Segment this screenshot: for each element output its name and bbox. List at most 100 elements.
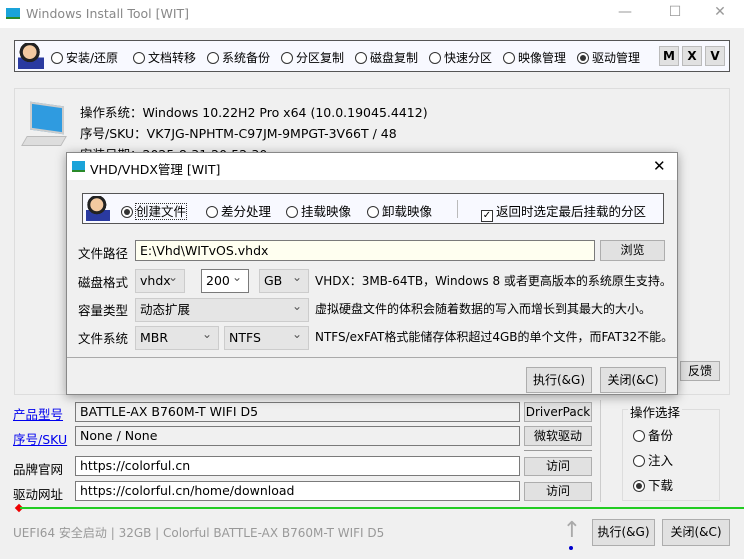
radio-icon [367, 206, 379, 218]
radio-icon [207, 52, 219, 64]
operation-group-label: 操作选择 [628, 402, 683, 421]
unit-select[interactable]: GB [259, 266, 309, 293]
radio-icon [355, 52, 367, 64]
mode-doc-transfer[interactable]: 文档转移 [133, 49, 196, 66]
download-label: 驱动网址 [13, 487, 64, 502]
dialog-mode-create[interactable]: 创建文件 [121, 201, 188, 220]
select-last-partition-checkbox[interactable]: ✓ 返回时选定最后挂载的分区 [481, 201, 646, 222]
model-field[interactable]: BATTLE-AX B760M-T WIFI D5 [75, 402, 520, 422]
dialog-mode-diff[interactable]: 差分处理 [206, 201, 271, 220]
radio-icon [633, 430, 645, 442]
close-button[interactable]: ✕ [705, 4, 735, 24]
mode-disk-copy[interactable]: 磁盘复制 [355, 49, 418, 66]
maximize-button[interactable]: ☐ [660, 4, 690, 24]
sku-info: 序号/SKU：VK7JG-NPHTM-C97JM-9MPGT-3V66T / 4… [80, 126, 397, 141]
divider [457, 200, 458, 218]
radio-icon [51, 52, 63, 64]
mode-image[interactable]: 映像管理 [503, 49, 566, 66]
m-button[interactable]: M [659, 46, 679, 66]
capacity-label: 容量类型 [78, 303, 129, 318]
radio-icon [133, 52, 145, 64]
radio-icon [206, 206, 218, 218]
filesystem-note: NTFS/exFAT格式能储存体积超过4GB的单个文件，而FAT32不能。 [315, 330, 674, 344]
dialog-close-button[interactable]: ✕ [653, 157, 666, 175]
mode-label: 安装/还原 [66, 51, 119, 65]
mode-label: 挂载映像 [301, 204, 352, 219]
op-label: 下载 [648, 478, 674, 493]
execute-button[interactable]: 执行(&G) [592, 519, 655, 546]
radio-icon [633, 455, 645, 467]
mascot-icon [86, 196, 110, 221]
radio-icon [429, 52, 441, 64]
visit-brand-button[interactable]: 访问 [524, 457, 592, 476]
divider [67, 357, 677, 358]
dialog-app-icon [72, 161, 85, 172]
mode-label: 驱动管理 [592, 51, 641, 65]
mode-quick-partition[interactable]: 快速分区 [429, 49, 492, 66]
divider [524, 450, 592, 451]
minimize-button[interactable]: — [610, 4, 640, 24]
vhd-dialog: VHD/VHDX管理 [WIT] ✕ 创建文件 差分处理 挂载映像 卸载映像 ✓… [66, 152, 678, 395]
feedback-button[interactable]: 反馈 [680, 361, 720, 381]
op-label: 注入 [648, 453, 674, 468]
checkmark-icon: ✓ [481, 210, 493, 222]
file-path-field[interactable]: E:\Vhd\WITvOS.vhdx [135, 240, 595, 261]
partition-style-select[interactable]: MBR [135, 323, 219, 350]
mode-install[interactable]: 安装/还原 [51, 49, 118, 66]
dialog-mode-mount[interactable]: 挂载映像 [286, 201, 351, 220]
up-arrow-icon[interactable]: ↑ [562, 520, 582, 544]
os-info: 操作系统：Windows 10.22H2 Pro x64 (10.0.19045… [80, 105, 428, 120]
mode-partition-copy[interactable]: 分区复制 [281, 49, 344, 66]
brand-url-field[interactable]: https://colorful.cn [75, 456, 520, 476]
dialog-execute-button[interactable]: 执行(&G) [526, 367, 592, 393]
radio-icon [286, 206, 298, 218]
capacity-note: 虚拟硬盘文件的体积会随着数据的写入而增长到其最大的大小。 [315, 302, 652, 316]
window-title: Windows Install Tool [WIT] [26, 6, 190, 21]
mode-label: 磁盘复制 [370, 51, 419, 65]
progress-line [20, 507, 744, 509]
op-download[interactable]: 下载 [633, 475, 673, 494]
mode-label: 创建文件 [134, 203, 188, 220]
divider [600, 400, 601, 502]
browse-button[interactable]: 浏览 [600, 240, 665, 261]
dialog-close-btn[interactable]: 关闭(&C) [600, 367, 666, 393]
filesystem-select[interactable]: NTFS [224, 323, 309, 350]
x-button[interactable]: X [682, 46, 702, 66]
brand-label: 品牌官网 [13, 462, 64, 477]
radio-icon [633, 480, 645, 492]
op-backup[interactable]: 备份 [633, 425, 673, 444]
size-combo[interactable]: 200 [201, 266, 249, 293]
checkbox-label: 返回时选定最后挂载的分区 [496, 204, 647, 219]
close-app-button[interactable]: 关闭(&C) [662, 519, 730, 546]
sku-field[interactable]: None / None [75, 426, 520, 446]
model-link[interactable]: 产品型号 [13, 404, 63, 423]
mode-toolbar: 安装/还原 文档转移 系统备份 分区复制 磁盘复制 快速分区 映像管理 驱动管理… [14, 40, 730, 72]
app-icon [6, 8, 20, 19]
radio-icon [577, 52, 589, 64]
op-inject[interactable]: 注入 [633, 450, 673, 469]
dialog-title-bar: VHD/VHDX管理 [WIT] ✕ [67, 153, 677, 180]
dialog-mode-unmount[interactable]: 卸载映像 [367, 201, 432, 220]
dialog-title: VHD/VHDX管理 [WIT] [90, 162, 221, 177]
mode-label: 快速分区 [444, 51, 493, 65]
visit-download-button[interactable]: 访问 [524, 482, 592, 501]
ms-driver-button[interactable]: 微软驱动 [524, 426, 592, 446]
mode-label: 分区复制 [296, 51, 345, 65]
mode-label: 差分处理 [221, 204, 272, 219]
sku-link[interactable]: 序号/SKU [13, 429, 67, 448]
filesystem-label: 文件系统 [78, 331, 129, 346]
driverpack-button[interactable]: DriverPack [524, 402, 592, 422]
disk-format-select[interactable]: vhdx [135, 266, 185, 293]
download-url-field[interactable]: https://colorful.cn/home/download [75, 481, 520, 501]
v-button[interactable]: V [705, 46, 725, 66]
disk-format-label: 磁盘格式 [78, 275, 129, 290]
file-path-label: 文件路径 [78, 246, 129, 261]
indicator-dot [569, 546, 573, 550]
radio-icon [503, 52, 515, 64]
mode-backup[interactable]: 系统备份 [207, 49, 270, 66]
mode-driver[interactable]: 驱动管理 [577, 49, 640, 66]
disk-format-note: VHDX：3MB-64TB，Windows 8 或者更高版本的系统原生支持。 [315, 274, 672, 288]
capacity-select[interactable]: 动态扩展 [135, 295, 309, 322]
mode-label: 卸载映像 [382, 204, 433, 219]
mode-label: 文档转移 [148, 51, 197, 65]
